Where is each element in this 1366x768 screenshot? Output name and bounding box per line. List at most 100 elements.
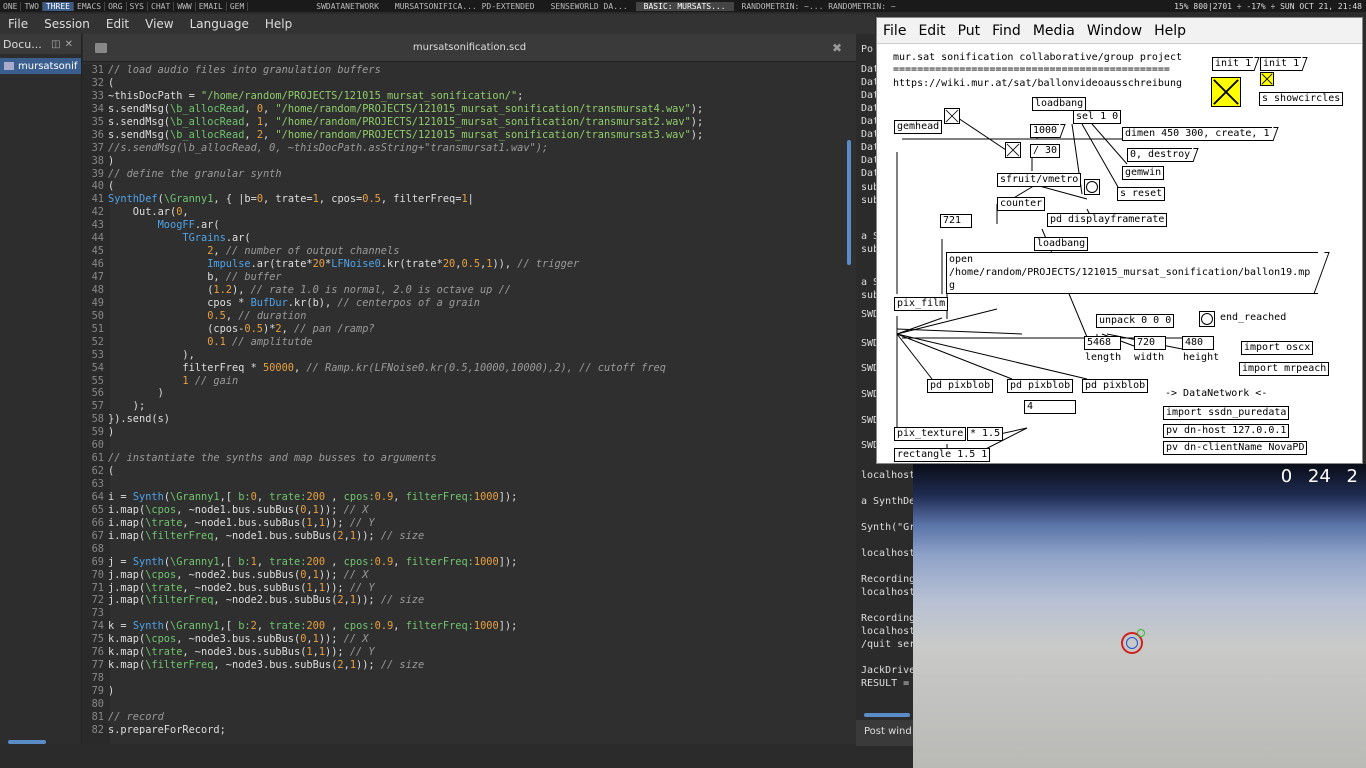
code-token: ) xyxy=(108,685,115,697)
menu-language[interactable]: Language xyxy=(182,17,257,31)
workspace-chat[interactable]: CHAT xyxy=(148,1,175,11)
toggle-init[interactable] xyxy=(1211,77,1241,107)
menu-help[interactable]: Help xyxy=(257,17,300,31)
obj-gemhead[interactable]: gemhead xyxy=(894,120,943,134)
code-line: 34 s.sendMsg(\b_allocRead, 0, "/home/rand… xyxy=(83,103,856,116)
workspace-one[interactable]: ONE xyxy=(0,1,22,11)
pd-menu-window[interactable]: Window xyxy=(1081,23,1148,39)
obj-loadbang-1[interactable]: loadbang xyxy=(1032,97,1087,111)
taskbar-item[interactable]: SWDATANETWORK xyxy=(308,2,387,11)
taskbar-item[interactable]: MURSATSONIFICA... PD-EXTENDED xyxy=(387,2,543,11)
obj-import-ssdn[interactable]: import ssdn_puredata xyxy=(1163,406,1290,420)
line-text: j.map(\cpos, ~node2.bus.subBus(0,1)); //… xyxy=(108,569,368,582)
obj-pd-pixblob-3[interactable]: pd pixblob xyxy=(1082,379,1149,393)
pd-menu-media[interactable]: Media xyxy=(1027,23,1081,39)
code-line: 41 SynthDef(\Granny1, { |b=0, trate=1, cp… xyxy=(83,193,856,206)
close-tab-icon[interactable]: ✖ xyxy=(832,41,856,55)
docs-scrollbar[interactable] xyxy=(8,740,46,744)
msg-init1-b[interactable]: init 1 xyxy=(1260,57,1302,71)
obj-import-mrpeach[interactable]: import mrpeach xyxy=(1239,362,1330,376)
line-number: 31 xyxy=(91,64,104,76)
toggle-gem[interactable] xyxy=(944,108,960,124)
panel-buttons[interactable]: ◫✕ xyxy=(51,39,81,50)
obj-dn-host[interactable]: pv dn-host 127.0.0.1 xyxy=(1163,424,1290,438)
pd-menu-edit[interactable]: Edit xyxy=(912,23,951,39)
msg-dimen[interactable]: dimen 450 300, create, 1 xyxy=(1122,127,1272,141)
workspace-org[interactable]: ORG xyxy=(105,1,127,11)
obj-import-oscx[interactable]: import oscx xyxy=(1241,341,1314,355)
msg-open-file[interactable]: open /home/random/PROJECTS/121015_mursat… xyxy=(946,252,1318,294)
menu-view[interactable]: View xyxy=(137,17,181,31)
code-token: k.map( xyxy=(108,659,146,672)
code-area[interactable]: 31 // load audio files into granulation b… xyxy=(83,64,856,754)
obj-sel[interactable]: sel 1 0 xyxy=(1073,110,1122,124)
document-item[interactable]: mursatsonif xyxy=(0,58,81,74)
workspace-gem[interactable]: GEM xyxy=(227,1,249,11)
post-scrollbar[interactable] xyxy=(864,713,910,717)
bang-end-reached[interactable] xyxy=(1199,311,1215,327)
code-token: , ~node2.bus.subBus( xyxy=(213,594,338,607)
obj-pix-texture[interactable]: pix_texture xyxy=(894,427,967,441)
obj-sfruit-vmetro[interactable]: sfruit/vmetro xyxy=(997,173,1082,187)
pd-canvas[interactable]: mur.sat sonification collaborative/group… xyxy=(877,44,1364,464)
taskbar-item[interactable]: SENSEWORLD DA... xyxy=(543,2,636,11)
workspace-email[interactable]: EMAIL xyxy=(196,1,227,11)
pd-menu-put[interactable]: Put xyxy=(952,23,987,39)
obj-pd-displayframerate[interactable]: pd displayframerate xyxy=(1047,213,1168,227)
number-length[interactable]: 5468 xyxy=(1084,336,1121,350)
toggle-metro[interactable] xyxy=(1005,142,1021,158)
number-height[interactable]: 480 xyxy=(1182,336,1214,350)
line-text: ) xyxy=(108,685,114,698)
pd-menu-help[interactable]: Help xyxy=(1148,23,1192,39)
code-token: 50000 xyxy=(262,361,294,374)
code-line: 54 filterFreq * 50000, // Ramp.kr(LFNois… xyxy=(83,362,856,375)
bang-reset[interactable] xyxy=(1084,179,1100,195)
code-line: 46 Impulse.ar(trate*20*LFNoise0.kr(trate… xyxy=(83,258,856,271)
obj-multiply[interactable]: * 1.5 xyxy=(967,427,1004,441)
toggle-showcircles[interactable] xyxy=(1260,72,1274,86)
code-token: , ~node3.bus.subBus( xyxy=(176,633,301,646)
msg-init1-a[interactable]: init 1 xyxy=(1212,57,1254,71)
line-number: 33 xyxy=(91,89,104,102)
pd-menu-find[interactable]: Find xyxy=(986,23,1027,39)
obj-loadbang-2[interactable]: loadbang xyxy=(1034,237,1089,251)
workspace-two[interactable]: TWO xyxy=(21,1,43,11)
post-window-tab[interactable]: Post wind xyxy=(856,720,913,746)
number-four[interactable]: 4 xyxy=(1024,400,1076,414)
code-line: 49 cpos * BufDur.kr(b), // centerpos of … xyxy=(83,297,856,310)
taskbar-item[interactable]: BASIC: MURSATS... xyxy=(635,1,734,11)
editor-scrollbar[interactable] xyxy=(847,140,851,265)
editor-tab[interactable]: mursatsonification.scd ✖ xyxy=(83,34,856,62)
obj-pd-pixblob-2[interactable]: pd pixblob xyxy=(1007,379,1074,393)
code-token: // X xyxy=(337,633,369,646)
obj-div30[interactable]: / 30 xyxy=(1030,144,1061,158)
menu-session[interactable]: Session xyxy=(36,17,98,31)
obj-showcircles[interactable]: s showcircles xyxy=(1259,92,1344,106)
code-token: 0.9 xyxy=(374,620,394,633)
code-token: 20 xyxy=(312,258,326,271)
msg-destroy[interactable]: 0, destroy xyxy=(1127,148,1193,162)
obj-gemwin[interactable]: gemwin xyxy=(1122,166,1165,180)
obj-counter[interactable]: counter xyxy=(997,197,1046,211)
pd-menu-file[interactable]: File xyxy=(877,23,912,39)
obj-pix-film[interactable]: pix_film xyxy=(894,297,949,311)
obj-rectangle[interactable]: rectangle 1.5 1 xyxy=(894,448,991,462)
workspace-www[interactable]: WWW xyxy=(174,1,196,11)
workspace-three[interactable]: THREE xyxy=(42,1,74,11)
menu-edit[interactable]: Edit xyxy=(98,17,137,31)
workspace-emacs[interactable]: EMACS xyxy=(74,1,106,11)
code-line: 31 // load audio files into granulation b… xyxy=(83,64,856,77)
obj-unpack[interactable]: unpack 0 0 0 xyxy=(1096,314,1175,328)
menu-file[interactable]: File xyxy=(0,17,36,31)
obj-dn-clientname[interactable]: pv dn-clientName NovaPD xyxy=(1163,441,1308,455)
workspace-sys[interactable]: SYS xyxy=(127,1,148,11)
obj-pd-pixblob-1[interactable]: pd pixblob xyxy=(927,379,994,393)
code-token: k.map( xyxy=(108,646,146,659)
number-width[interactable]: 720 xyxy=(1134,336,1166,350)
number-frame[interactable]: 721 xyxy=(940,214,972,228)
obj-sreset[interactable]: s reset xyxy=(1117,187,1166,201)
msg-1000[interactable]: 1000 xyxy=(1030,124,1060,138)
taskbar-item[interactable]: RANDOMETRIN: ~... RANDOMETRIN: ~ xyxy=(734,2,904,11)
line-number: 71 xyxy=(91,581,104,594)
line-text: b, // buffer xyxy=(108,271,281,284)
